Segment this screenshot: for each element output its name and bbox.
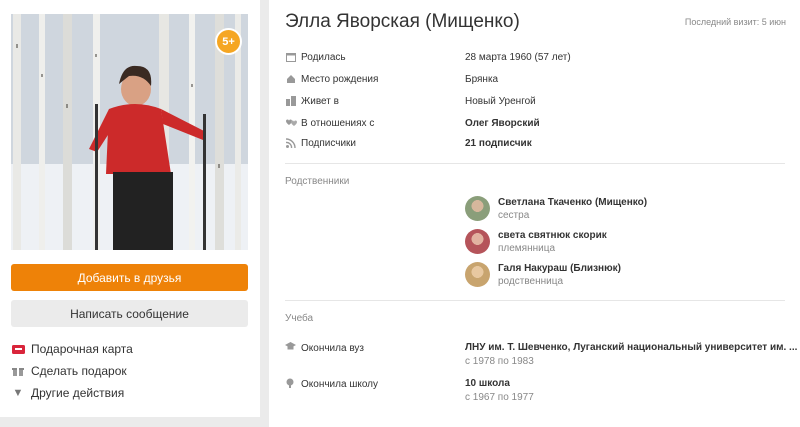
school-link[interactable]: 10 школа: [465, 378, 800, 389]
signal-icon: [285, 137, 297, 149]
profile-actions: Подарочная карта Сделать подарок ▼ Други…: [11, 338, 133, 404]
divider: [285, 300, 785, 301]
university-link[interactable]: ЛНУ им. Т. Шевченко, Луганский националь…: [465, 342, 800, 353]
calendar-icon: [285, 51, 297, 63]
relative-name: Светлана Ткаченко (Мищенко): [498, 196, 648, 208]
send-message-button[interactable]: Написать сообщение: [11, 300, 248, 327]
education-label: Окончила вуз: [301, 342, 364, 354]
info-label: Подписчики: [301, 137, 357, 149]
info-label: Родилась: [301, 51, 346, 63]
relative-item[interactable]: света святнюк скорик племянница: [465, 229, 607, 254]
relative-name: Галя Накураш (Близнюк): [498, 262, 621, 274]
gift-card-icon: [11, 342, 25, 356]
gift-icon: [11, 364, 25, 378]
add-friend-button[interactable]: Добавить в друзья: [11, 264, 248, 291]
gift-card-label: Подарочная карта: [31, 342, 133, 356]
info-row-birthplace: Место рождения Брянка: [285, 70, 498, 88]
relative-role: племянница: [498, 242, 556, 254]
triangle-down-icon: ▼: [12, 387, 24, 399]
make-gift-link[interactable]: Сделать подарок: [11, 360, 133, 382]
avatar: [465, 229, 490, 254]
info-label: В отношениях с: [301, 117, 375, 129]
gift-card-link[interactable]: Подарочная карта: [11, 338, 133, 360]
subscribers-link[interactable]: 21 подписчик: [465, 138, 532, 149]
graduation-cap-icon: [285, 342, 297, 354]
info-label: Место рождения: [301, 73, 379, 85]
education-label: Окончила школу: [301, 379, 379, 390]
profile-photo[interactable]: 5+: [11, 14, 248, 250]
info-row-relationship: В отношениях с Олег Яворский: [285, 114, 540, 132]
relative-role: сестра: [498, 209, 530, 221]
info-value: Новый Уренгой: [465, 95, 536, 107]
other-actions-link[interactable]: ▼ Другие действия: [11, 382, 133, 404]
relative-role: родственница: [498, 275, 563, 287]
divider: [285, 163, 785, 164]
info-row-subscribers: Подписчики 21 подписчик: [285, 134, 532, 152]
info-label: Живет в: [301, 95, 339, 107]
education-school: Окончила школу 10 школа с 1967 по 1977: [285, 378, 795, 414]
info-value: Брянка: [465, 73, 499, 85]
home-icon: [285, 73, 297, 85]
avatar: [465, 262, 490, 287]
make-gift-label: Сделать подарок: [31, 364, 127, 378]
hearts-icon: [285, 117, 297, 129]
school-bell-icon: [285, 378, 297, 391]
education-years: с 1978 по 1983: [465, 356, 534, 367]
profile-name: Элла Яворская (Мищенко): [285, 11, 520, 32]
relative-item[interactable]: Галя Накураш (Близнюк) родственница: [465, 262, 621, 287]
relative-name: света святнюк скорик: [498, 229, 607, 241]
relatives-title: Родственники: [285, 176, 350, 187]
info-row-birthdate: Родилась 28 марта 1960 (57 лет): [285, 48, 571, 66]
education-years: с 1967 по 1977: [465, 392, 534, 403]
other-actions-label: Другие действия: [31, 386, 125, 400]
last-visit: Последний визит: 5 июн: [684, 17, 786, 27]
info-row-city: Живет в Новый Уренгой: [285, 92, 536, 110]
profile-sidebar: 5+ Добавить в друзья Написать сообщение …: [0, 0, 260, 417]
city-icon: [285, 95, 297, 107]
avatar: [465, 196, 490, 221]
education-title: Учеба: [285, 313, 314, 324]
relative-item[interactable]: Светлана Ткаченко (Мищенко) сестра: [465, 196, 647, 221]
education-university: Окончила вуз ЛНУ им. Т. Шевченко, Луганс…: [285, 342, 797, 378]
age-restriction-badge: 5+: [215, 28, 242, 55]
profile-main: Элла Яворская (Мищенко) Последний визит:…: [269, 0, 800, 427]
partner-link[interactable]: Олег Яворский: [465, 118, 540, 129]
info-value: 28 марта 1960 (57 лет): [465, 51, 571, 63]
